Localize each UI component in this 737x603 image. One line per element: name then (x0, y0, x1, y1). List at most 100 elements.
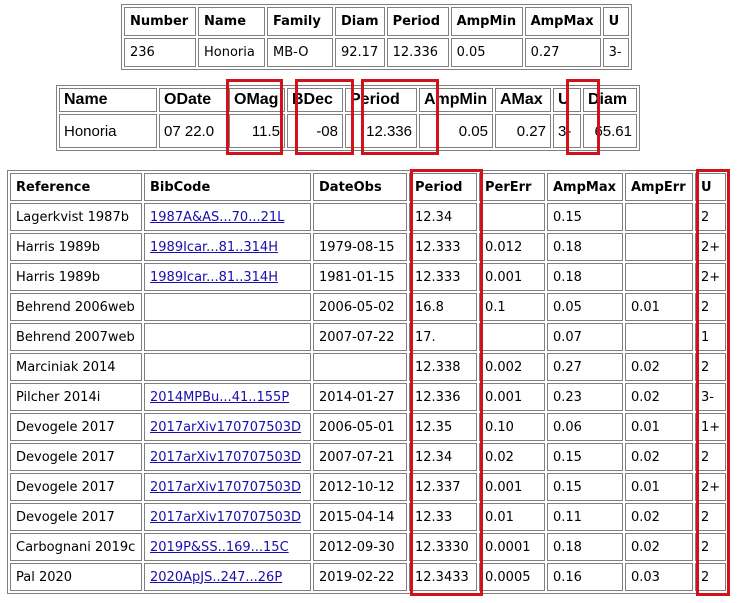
cell-amperr: 0.02 (625, 353, 693, 381)
cell-dateobs (313, 353, 407, 381)
cell-period: 12.35 (409, 413, 477, 441)
cell-period: 17. (409, 323, 477, 351)
table-row: Devogele 2017 2017arXiv170707503D 2007-07-… (10, 443, 727, 471)
cell-number: 236 (124, 38, 196, 67)
bibcode-link[interactable]: 1989Icar...81..314H (150, 270, 278, 285)
cell-pererr: 0.001 (479, 263, 545, 291)
table-row: Harris 1989b 1989Icar...81..314H 1981-01-1… (10, 263, 727, 291)
cell-amperr: 0.02 (625, 383, 693, 411)
cell-period: 12.34 (409, 203, 477, 231)
header-diam: Diam (335, 7, 385, 36)
bibcode-link[interactable]: 2020ApJS..247...26P (150, 570, 282, 585)
cell-amperr: 0.03 (625, 563, 693, 591)
cell-ampmax: 0.11 (547, 503, 623, 531)
cell-ampmax: 0.07 (547, 323, 623, 351)
cell-pererr: 0.0001 (479, 533, 545, 561)
cell-amperr: 0.01 (625, 473, 693, 501)
cell-bibcode: 2014MPBu...41..155P (144, 383, 311, 411)
cell-u: 2+ (695, 233, 727, 261)
cell-pererr: 0.001 (479, 383, 545, 411)
cell-pererr: 0.012 (479, 233, 545, 261)
header-number: Number (124, 7, 196, 36)
cell-amperr: 0.01 (625, 293, 693, 321)
header-diam: Diam (583, 88, 637, 112)
references-body: Lagerkvist 1987b 1987A&AS...70...21L 12.34… (10, 203, 727, 591)
cell-reference: Devogele 2017 (10, 473, 142, 501)
cell-u: 2 (695, 563, 727, 591)
header-u: U (602, 7, 629, 36)
cell-u: 3- (602, 38, 629, 67)
cell-amperr (625, 203, 693, 231)
cell-reference: Harris 1989b (10, 233, 142, 261)
cell-bdec: -08 (287, 114, 343, 148)
cell-u: 3- (695, 383, 727, 411)
header-name: Name (59, 88, 157, 112)
header-omag: OMag (229, 88, 285, 112)
table-row: Devogele 2017 2017arXiv170707503D 2015-04-… (10, 503, 727, 531)
table-row: Behrend 2007web 2007-07-22 17. 0.07 1 (10, 323, 727, 351)
header-bibcode: BibCode (144, 173, 311, 201)
cell-diam: 92.17 (335, 38, 385, 67)
cell-ampmax: 0.18 (547, 233, 623, 261)
bibcode-link[interactable]: 2014MPBu...41..155P (150, 390, 289, 405)
cell-period: 12.333 (409, 233, 477, 261)
cell-u: 3- (553, 114, 581, 148)
cell-bibcode: 2017arXiv170707503D (144, 503, 311, 531)
cell-dateobs: 2006-05-02 (313, 293, 407, 321)
cell-period: 12.3330 (409, 533, 477, 561)
cell-dateobs: 2015-04-14 (313, 503, 407, 531)
cell-u: 1 (695, 323, 727, 351)
header-ampmin: AmpMin (450, 7, 523, 36)
cell-period: 12.333 (409, 263, 477, 291)
cell-dateobs: 1979-08-15 (313, 233, 407, 261)
cell-u: 2 (695, 293, 727, 321)
cell-bibcode: 1987A&AS...70...21L (144, 203, 311, 231)
cell-period: 12.33 (409, 503, 477, 531)
cell-ampmax: 0.15 (547, 443, 623, 471)
bibcode-link[interactable]: 2017arXiv170707503D (150, 450, 301, 465)
bibcode-link[interactable]: 2017arXiv170707503D (150, 510, 301, 525)
cell-bibcode: 2019P&SS..169...15C (144, 533, 311, 561)
cell-ampmax: 0.18 (547, 263, 623, 291)
cell-period: 12.336 (345, 114, 417, 148)
cell-reference: Devogele 2017 (10, 503, 142, 531)
cell-bibcode: 2017arXiv170707503D (144, 413, 311, 441)
bibcode-link[interactable]: 2019P&SS..169...15C (150, 540, 289, 555)
cell-diam: 65.61 (583, 114, 637, 148)
cell-omag: 11.5 (229, 114, 285, 148)
cell-period: 12.3433 (409, 563, 477, 591)
cell-u: 1+ (695, 413, 727, 441)
cell-u: 2 (695, 203, 727, 231)
cell-amperr: 0.02 (625, 503, 693, 531)
cell-amperr (625, 233, 693, 261)
cell-dateobs (313, 203, 407, 231)
header-amax: AMax (495, 88, 551, 112)
bibcode-link[interactable]: 2017arXiv170707503D (150, 420, 301, 435)
header-u: U (553, 88, 581, 112)
cell-amperr (625, 323, 693, 351)
cell-period: 16.8 (409, 293, 477, 321)
cell-amax: 0.27 (495, 114, 551, 148)
cell-amperr: 0.01 (625, 413, 693, 441)
cell-name: Honoria (59, 114, 157, 148)
header-period: Period (409, 173, 477, 201)
header-ampmax: AmpMax (524, 7, 601, 36)
cell-pererr: 0.02 (479, 443, 545, 471)
cell-amperr: 0.02 (625, 533, 693, 561)
table-row: Carbognani 2019c 2019P&SS..169...15C 2012-… (10, 533, 727, 561)
bibcode-link[interactable]: 1987A&AS...70...21L (150, 210, 284, 225)
table-row: Behrend 2006web 2006-05-02 16.8 0.1 0.05 0.01… (10, 293, 727, 321)
cell-period: 12.337 (409, 473, 477, 501)
cell-dateobs: 2007-07-22 (313, 323, 407, 351)
cell-amperr: 0.02 (625, 443, 693, 471)
table-row: Lagerkvist 1987b 1987A&AS...70...21L 12.34… (10, 203, 727, 231)
bibcode-link[interactable]: 1989Icar...81..314H (150, 240, 278, 255)
header-ampmax: AmpMax (547, 173, 623, 201)
cell-u: 2 (695, 353, 727, 381)
bibcode-link[interactable]: 2017arXiv170707503D (150, 480, 301, 495)
table-row: Pilcher 2014i 2014MPBu...41..155P 2014-01-… (10, 383, 727, 411)
cell-pererr: 0.001 (479, 473, 545, 501)
table-row: Devogele 2017 2017arXiv170707503D 2006-05-… (10, 413, 727, 441)
cell-reference: Lagerkvist 1987b (10, 203, 142, 231)
cell-amperr (625, 263, 693, 291)
